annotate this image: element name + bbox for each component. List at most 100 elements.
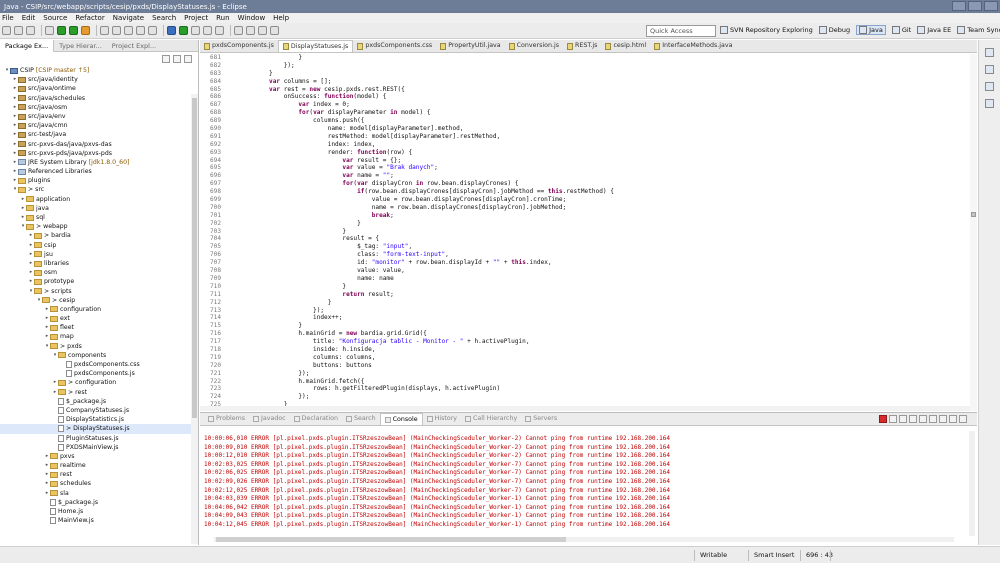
- code-line[interactable]: 710 }: [200, 283, 970, 291]
- code-area[interactable]: 681 } 682 }); 683 } 684 var columns = []; 68…: [200, 54, 970, 406]
- tree-item[interactable]: ▸ sla: [0, 489, 192, 498]
- tree-item[interactable]: ▾ > scripts: [0, 287, 192, 296]
- tree-item[interactable]: ▾ > pxds: [0, 342, 192, 351]
- code-line[interactable]: 722 h.mainGrid.fetch({: [200, 378, 970, 386]
- tab-console[interactable]: Console: [379, 413, 423, 425]
- editor-tab[interactable]: InterfaceMethods.java: [650, 40, 736, 52]
- menu-item-search[interactable]: Search: [152, 14, 176, 22]
- back-icon[interactable]: [258, 26, 267, 35]
- new-class-icon[interactable]: [124, 26, 133, 35]
- code-line[interactable]: 709 name: name: [200, 275, 970, 283]
- tree-item[interactable]: ▸ src-test/java: [0, 130, 192, 139]
- code-line[interactable]: 697 for(var displayCron in row.bean.disp…: [200, 180, 970, 188]
- save-icon[interactable]: [14, 26, 23, 35]
- tree-item[interactable]: ▸ src-pxvs-pds/java/pxvs-pds: [0, 149, 192, 158]
- tree-item[interactable]: ▸ > rest: [0, 388, 192, 397]
- editor-tab[interactable]: cesip.html: [601, 40, 650, 52]
- debug-icon[interactable]: [57, 26, 66, 35]
- tree-item[interactable]: PluginStatuses.js: [0, 434, 192, 443]
- tree-item[interactable]: pxdsComponents.css: [0, 360, 192, 369]
- restore-view-icon[interactable]: [985, 99, 994, 108]
- code-line[interactable]: 714 index++;: [200, 314, 970, 322]
- print-icon[interactable]: [26, 26, 35, 35]
- tree-item[interactable]: ▸ plugins: [0, 176, 192, 185]
- tree-item[interactable]: ▸ src/java/osm: [0, 103, 192, 112]
- tree-item[interactable]: ▸ src/java/cmn: [0, 121, 192, 130]
- code-line[interactable]: 699 value = row.bean.displayCrones[displ…: [200, 196, 970, 204]
- tree-item[interactable]: > DisplayStatuses.js: [0, 424, 192, 434]
- perspective-java-ee[interactable]: Java EE: [917, 26, 951, 34]
- editor-tab[interactable]: pxdsComponents.css: [353, 40, 436, 52]
- tree-item[interactable]: ▾ > src: [0, 185, 192, 194]
- code-line[interactable]: 707 id: "monitor" + row.bean.displayId +…: [200, 259, 970, 267]
- tree-item[interactable]: ▾ CSIP [CSIP master ↑5]: [0, 66, 192, 75]
- server-stop-icon[interactable]: [191, 26, 200, 35]
- tree-item[interactable]: ▸ application: [0, 195, 192, 204]
- tree-item[interactable]: ▸ ext: [0, 314, 192, 323]
- editor-tab[interactable]: pxdsComponents.js: [200, 40, 278, 52]
- tree-item[interactable]: ▸ osm: [0, 268, 192, 277]
- tree-item[interactable]: ▸ prototype: [0, 277, 192, 286]
- tree-item[interactable]: ▸ fleet: [0, 323, 192, 332]
- code-line[interactable]: 711 return result;: [200, 291, 970, 299]
- code-line[interactable]: 694 var result = {};: [200, 157, 970, 165]
- code-line[interactable]: 704 result = {: [200, 235, 970, 243]
- tree-item[interactable]: Home.js: [0, 507, 192, 516]
- code-line[interactable]: 693 render: function(row) {: [200, 149, 970, 157]
- tree-item[interactable]: pxdsComponents.js: [0, 369, 192, 378]
- next-annotation-icon[interactable]: [234, 26, 243, 35]
- tree-item[interactable]: ▸ JRE System Library [jdk1.8.0_60]: [0, 158, 192, 167]
- code-line[interactable]: 689 columns.push({: [200, 117, 970, 125]
- code-line[interactable]: 724 });: [200, 393, 970, 401]
- new-package-icon[interactable]: [112, 26, 121, 35]
- code-line[interactable]: 718 inside: h.inside,: [200, 346, 970, 354]
- tree-item[interactable]: ▸ src/java/identity: [0, 75, 192, 84]
- menu-item-refactor[interactable]: Refactor: [75, 14, 104, 22]
- perspective-team-synchronizing[interactable]: Team Synchronizing: [957, 26, 1000, 34]
- tree-item[interactable]: ▸ src/java/ontime: [0, 84, 192, 93]
- code-line[interactable]: 698 if(row.bean.displayCrones[displayCro…: [200, 188, 970, 196]
- tree-item[interactable]: MainView.js: [0, 516, 192, 525]
- new-icon[interactable]: [2, 26, 11, 35]
- editor-tab[interactable]: Conversion.js: [505, 40, 563, 52]
- quick-access-input[interactable]: Quick Access: [646, 25, 716, 37]
- code-line[interactable]: 715 }: [200, 322, 970, 330]
- code-line[interactable]: 713 });: [200, 307, 970, 315]
- tree-item[interactable]: ▾ > webapp: [0, 222, 192, 231]
- tree-item[interactable]: ▸ libraries: [0, 259, 192, 268]
- overview-marker[interactable]: [971, 212, 976, 217]
- toggle-mark-icon[interactable]: [215, 26, 224, 35]
- tab-history[interactable]: History: [423, 413, 461, 425]
- menu-item-window[interactable]: Window: [238, 14, 266, 22]
- tab-declaration[interactable]: Declaration: [290, 413, 342, 425]
- remove-launch-icon[interactable]: [889, 415, 897, 423]
- perspective-git[interactable]: Git: [891, 26, 911, 34]
- tree-item[interactable]: ▸ pxvs: [0, 452, 192, 461]
- tab-project-expl-[interactable]: Project Expl...: [107, 40, 161, 52]
- collapse-all-icon[interactable]: [162, 54, 170, 63]
- console-scrollbar-thumb[interactable]: [216, 537, 566, 542]
- tree-item[interactable]: CompanyStatuses.js: [0, 406, 192, 415]
- outline-view-icon[interactable]: [985, 65, 994, 74]
- code-line[interactable]: 691 restMethod: model[displayParameter].…: [200, 133, 970, 141]
- clear-console-icon[interactable]: [899, 415, 907, 423]
- tree-item[interactable]: ▸ src-pxvs-das/java/pxvs-das: [0, 140, 192, 149]
- minimized-view-icon[interactable]: [985, 48, 994, 57]
- code-line[interactable]: 681 }: [200, 54, 970, 62]
- tree-item[interactable]: ▸ configuration: [0, 305, 192, 314]
- tree-item[interactable]: ▸ > bardia: [0, 231, 192, 240]
- tab-call-hierarchy[interactable]: Call Hierarchy: [461, 413, 521, 425]
- code-line[interactable]: 719 columns: columns,: [200, 354, 970, 362]
- publish-icon[interactable]: [203, 26, 212, 35]
- menu-item-file[interactable]: File: [2, 14, 14, 22]
- server-run-icon[interactable]: [179, 26, 188, 35]
- tab-type-hierar-[interactable]: Type Hierar...: [54, 40, 107, 52]
- code-line[interactable]: 684 var columns = [];: [200, 78, 970, 86]
- minimize-button[interactable]: [952, 1, 966, 11]
- display-selected-console-icon[interactable]: [929, 415, 937, 423]
- code-line[interactable]: 706 class: "form-text-input",: [200, 251, 970, 259]
- tree-item[interactable]: $_package.js: [0, 498, 192, 507]
- tab-package-ex-[interactable]: Package Ex...: [0, 39, 55, 52]
- prev-annotation-icon[interactable]: [246, 26, 255, 35]
- server-start-icon[interactable]: [167, 26, 176, 35]
